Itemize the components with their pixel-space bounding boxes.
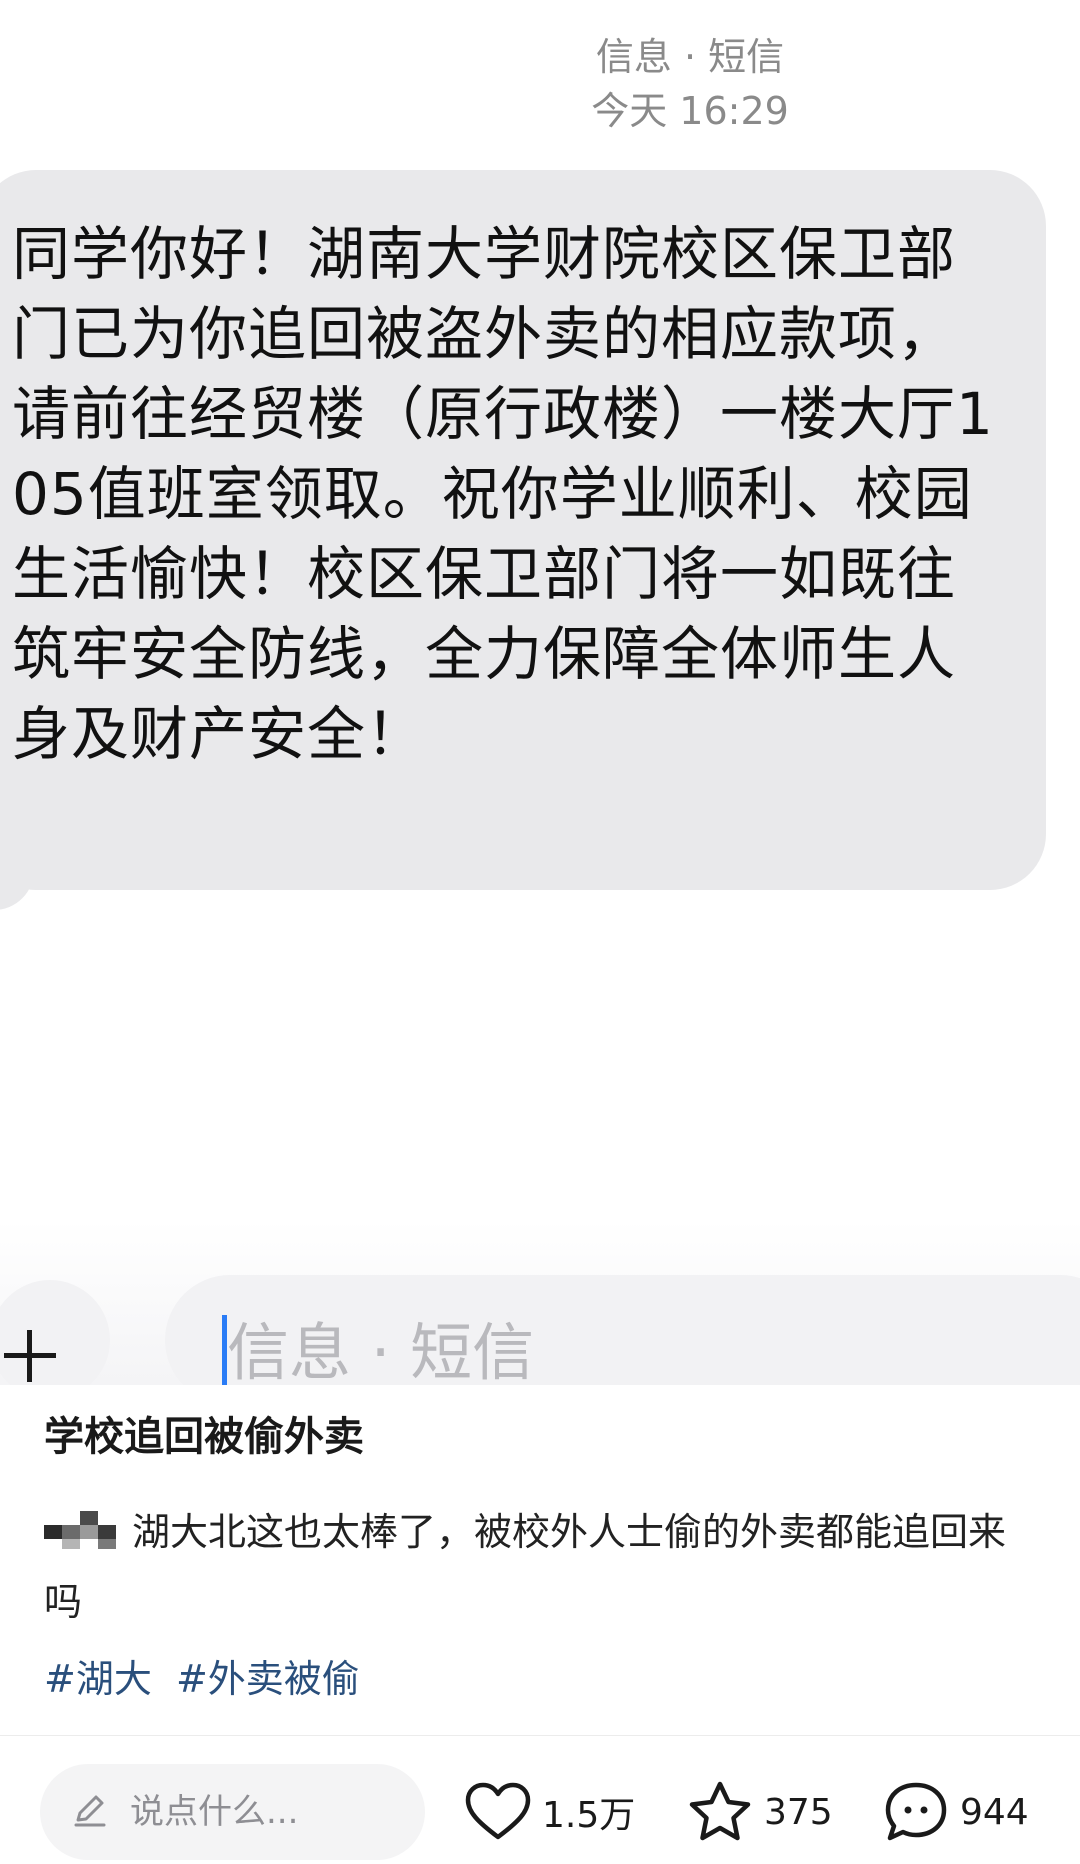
message-bubble: 同学你好！湖南大学财院校区保卫部门已为你追回被盗外卖的相应款项，请前往经贸楼（原… — [0, 170, 1046, 890]
comment-count: 944 — [960, 1791, 1029, 1833]
favorite-count: 375 — [764, 1791, 833, 1833]
message-text: 同学你好！湖南大学财院校区保卫部门已为你追回被盗外卖的相应款项，请前往经贸楼（原… — [12, 220, 994, 768]
post-tags: #湖大 #外卖被偷 — [44, 1651, 372, 1707]
post-body: 湖大北这也太棒了，被校外人士偷的外卖都能追回来吗 — [44, 1497, 1034, 1637]
favorite-button[interactable]: 375 — [686, 1776, 833, 1848]
tag-link[interactable]: #外卖被偷 — [176, 1657, 360, 1701]
like-button[interactable]: 1.5万 — [464, 1776, 635, 1848]
comment-button[interactable]: 944 — [882, 1776, 1029, 1848]
comment-bubble-icon — [885, 1782, 947, 1841]
bottom-action-bar: 说点什么... 1.5万 375 944 — [0, 1736, 1080, 1864]
message-input[interactable]: 信息 · 短信 — [165, 1275, 1080, 1385]
post-body-text: 湖大北这也太棒了，被校外人士偷的外卖都能追回来吗 — [44, 1510, 1007, 1624]
like-count: 1.5万 — [542, 1795, 636, 1836]
comment-input-placeholder: 说点什么... — [130, 1792, 299, 1832]
tag-link[interactable]: #湖大 — [44, 1657, 152, 1701]
sms-header-title: 信息 · 短信 — [595, 35, 785, 79]
post-title: 学校追回被偷外卖 — [44, 1414, 364, 1460]
redacted-username-mosaic — [44, 1511, 116, 1551]
sms-screenshot: 信息 · 短信 今天 16:29 同学你好！湖南大学财院校区保卫部门已为你追回被… — [0, 0, 1080, 1385]
post-content: 学校追回被偷外卖 湖大北这也太棒了，被校外人士偷的外卖都能追回来吗 #湖大 #外… — [0, 1385, 1080, 1735]
comment-input[interactable]: 说点什么... — [40, 1764, 425, 1860]
sms-header: 信息 · 短信 今天 16:29 — [0, 30, 1080, 138]
heart-icon — [465, 1782, 531, 1840]
pencil-icon — [74, 1795, 106, 1827]
sms-header-time: 今天 16:29 — [591, 89, 789, 133]
star-icon — [689, 1781, 751, 1841]
message-input-placeholder: 信息 · 短信 — [227, 1316, 535, 1385]
